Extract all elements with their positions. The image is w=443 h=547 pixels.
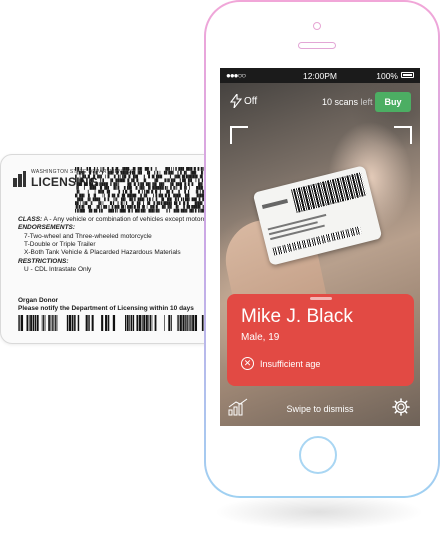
restriction-item: U - CDL Intrastate Only	[24, 266, 92, 273]
endorsement-item: T-Double or Triple Trailer	[24, 241, 96, 248]
front-camera	[313, 22, 321, 30]
phone-shadow	[214, 494, 424, 530]
x-circle-icon: ✕	[241, 357, 254, 370]
endorsements-label: ENDORSEMENTS:	[18, 224, 76, 231]
linear-barcode	[18, 315, 204, 331]
warning-text: Insufficient age	[260, 358, 321, 369]
scans-remaining: 10 scans left	[322, 97, 373, 107]
scan-frame-corner	[394, 126, 412, 144]
person-name: Mike J. Black	[241, 306, 353, 327]
phone-screen: ●●●○○ 12:00PM 100% Off 10 scans left Buy…	[220, 68, 420, 426]
battery-percent: 100%	[376, 71, 398, 81]
license-in-view	[252, 165, 383, 266]
flash-toggle[interactable]: Off	[230, 94, 257, 108]
pdf417-barcode	[75, 167, 205, 213]
licensing-logo-icon	[13, 171, 26, 187]
endorsement-item: X-Both Tank Vehicle & Placarded Hazardou…	[24, 249, 181, 256]
earpiece-speaker	[298, 42, 336, 49]
organ-donor-label: Organ Donor	[18, 297, 59, 304]
result-panel[interactable]: Mike J. Black Male, 19 ✕ Insufficient ag…	[227, 294, 414, 386]
swipe-hint: Swipe to dismiss	[286, 404, 354, 414]
notify-text: Please notify the Department of Licensin…	[18, 305, 194, 312]
gear-icon[interactable]	[392, 398, 410, 416]
buy-button[interactable]: Buy	[375, 92, 411, 112]
flash-icon	[230, 94, 242, 108]
class-line: CLASS: A - Any vehicle or combination of…	[18, 216, 221, 223]
scan-frame-corner	[230, 126, 248, 144]
flash-label: Off	[244, 95, 258, 107]
gender-age: Male, 19	[241, 332, 280, 343]
home-button[interactable]	[299, 436, 337, 474]
endorsement-item: 7-Two-wheel and Three-wheeled motorcycle	[24, 233, 152, 240]
warning-row: ✕ Insufficient age	[241, 357, 320, 370]
battery-icon	[401, 72, 414, 78]
drag-handle[interactable]	[310, 297, 332, 300]
restrictions-label: RESTRICTIONS:	[18, 258, 69, 265]
status-bar: ●●●○○ 12:00PM 100%	[220, 68, 420, 83]
id-card-back: WASHINGTON STATE DEPARTMENT OF LICENSING…	[0, 154, 224, 344]
